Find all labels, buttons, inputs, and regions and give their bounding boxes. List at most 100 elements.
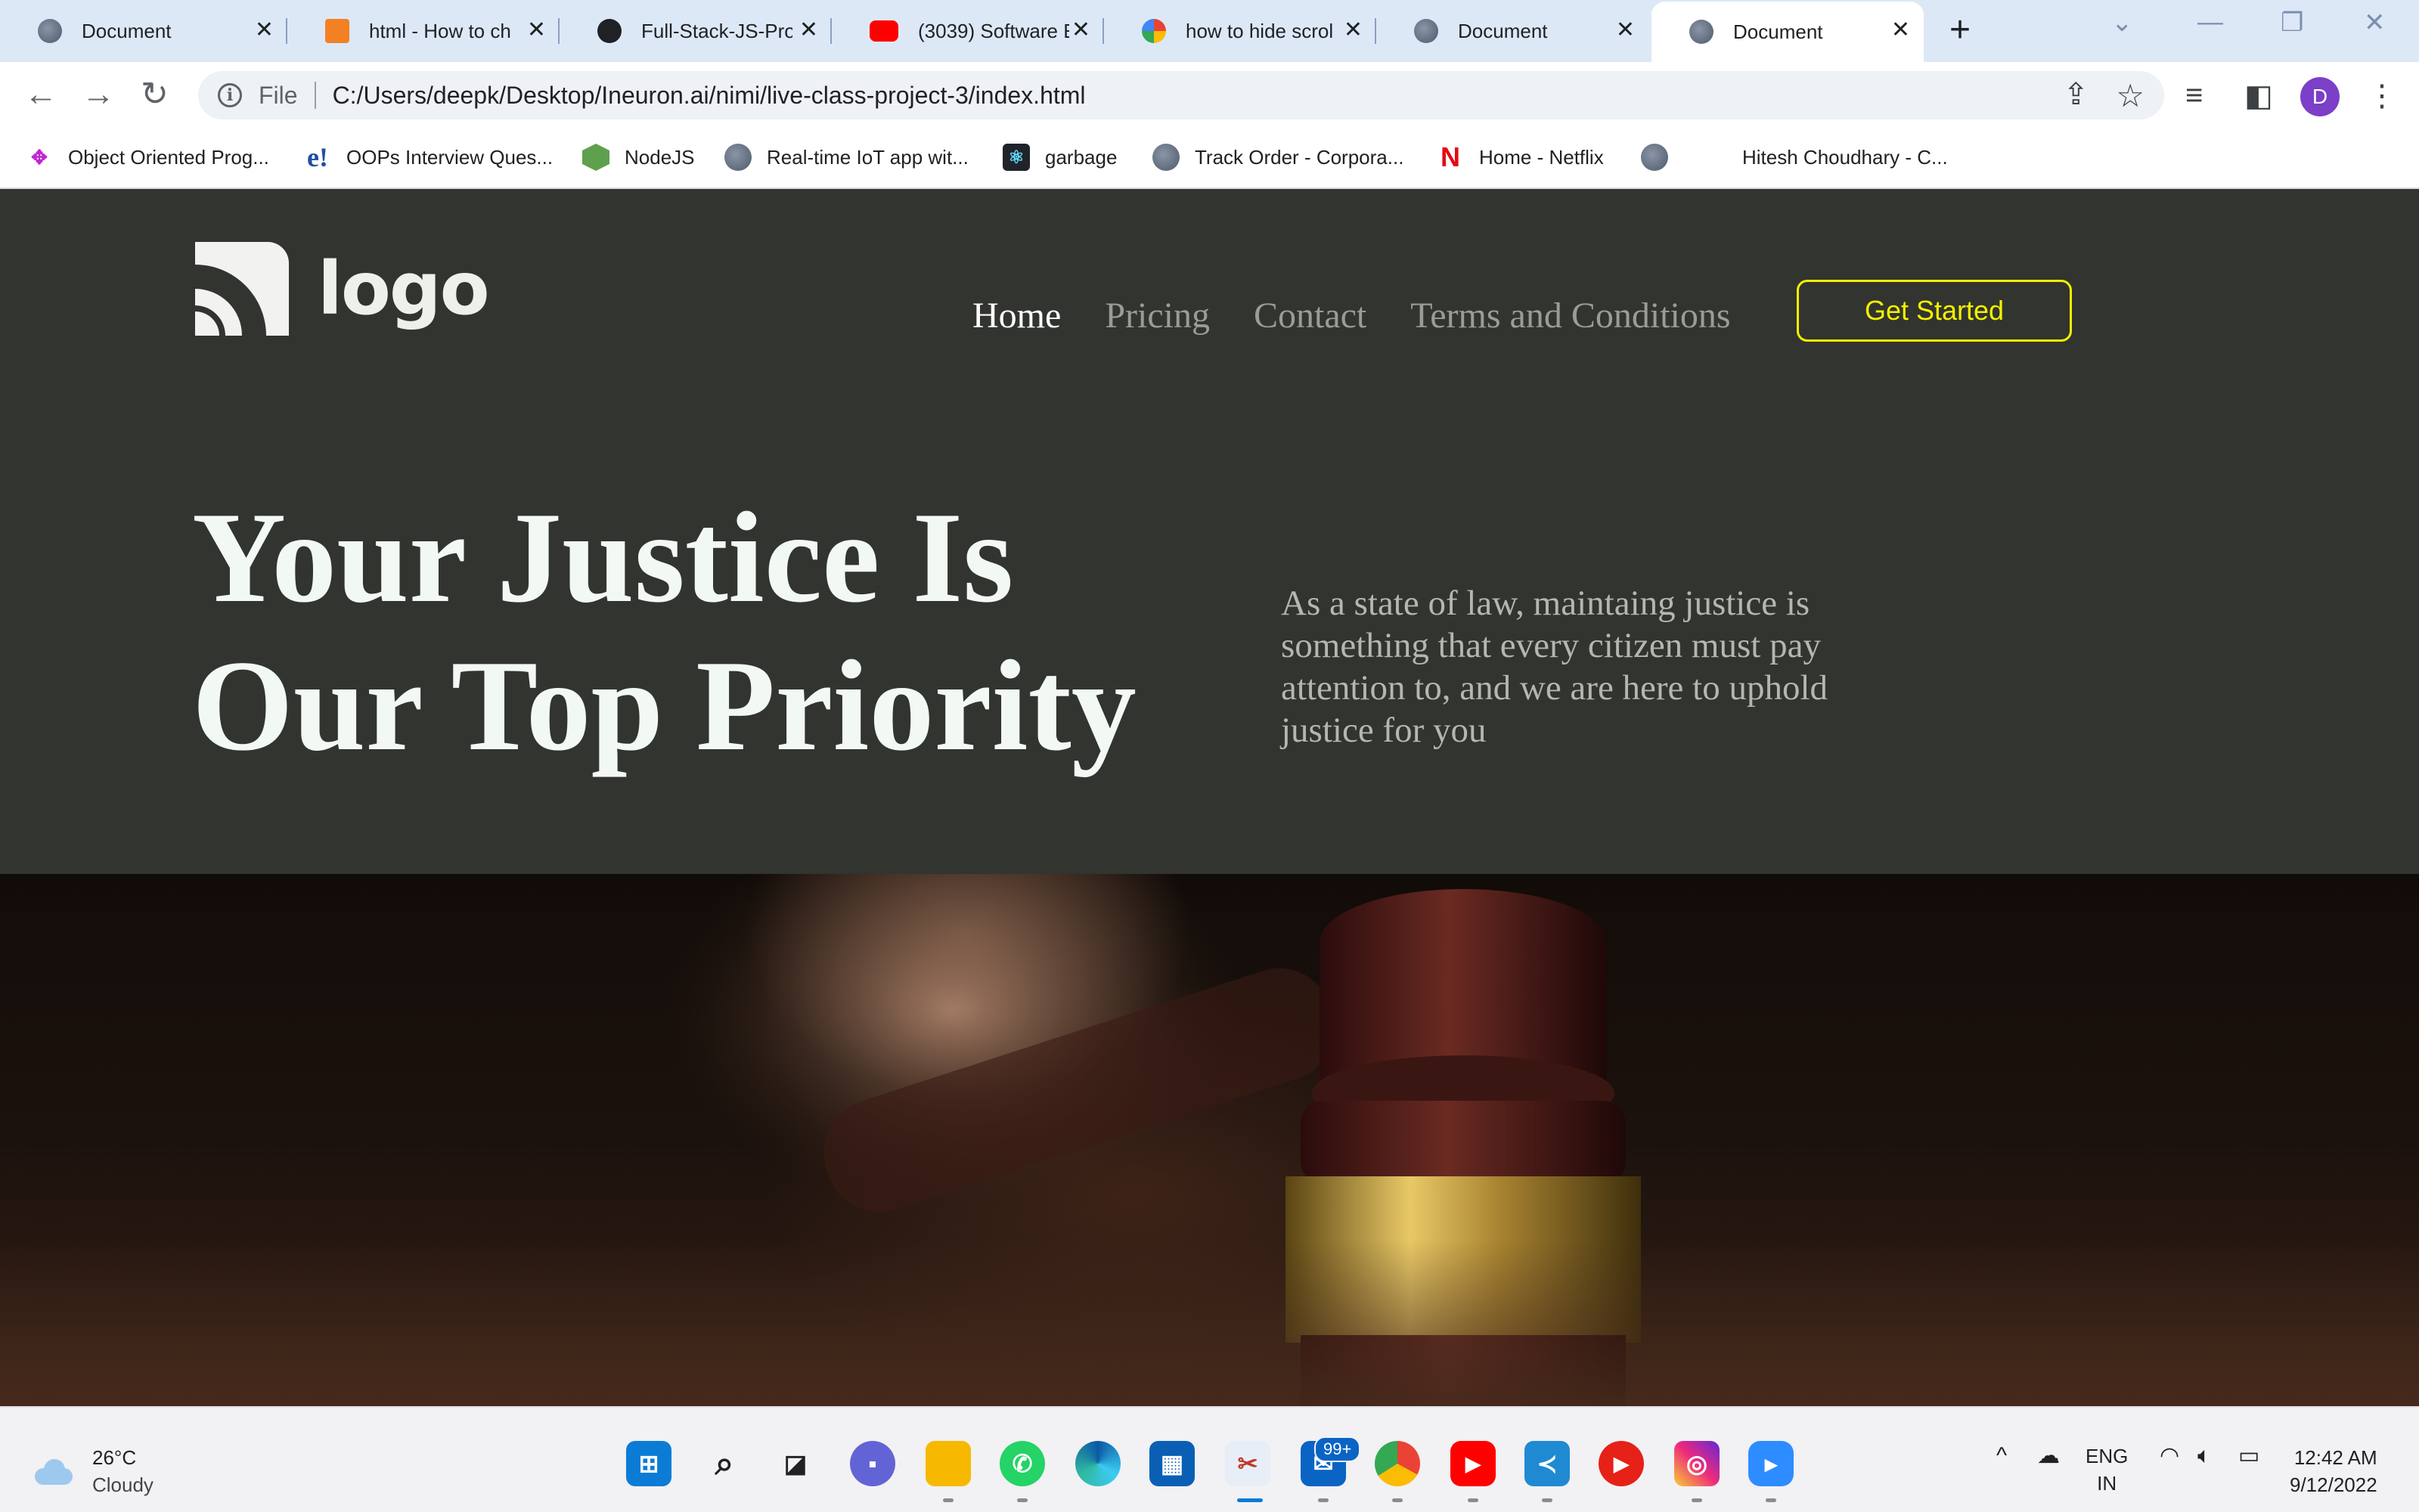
- address-scheme: File: [259, 81, 298, 109]
- wifi-icon[interactable]: ◠: [2160, 1442, 2179, 1470]
- new-tab-button[interactable]: +: [1949, 11, 1971, 50]
- tab-google[interactable]: how to hide scrol ✕: [1104, 8, 1376, 54]
- snipping-tool-icon[interactable]: ✂: [1225, 1441, 1270, 1486]
- info-icon[interactable]: i: [218, 83, 242, 107]
- bookmark-netflix[interactable]: N Home - Netflix: [1437, 141, 1604, 174]
- bookmark-globe[interactable]: [1641, 141, 1683, 174]
- menu-kebab-icon[interactable]: ⋮: [2367, 79, 2397, 113]
- puzzle-icon: ✥: [31, 145, 48, 169]
- weather-text: 26°C Cloudy: [92, 1444, 154, 1498]
- address-url[interactable]: C:/Users/deepk/Desktop/Ineuron.ai/nimi/l…: [333, 82, 1086, 110]
- tab-title: Document: [1458, 19, 1548, 42]
- globe-icon: [1414, 19, 1438, 43]
- weather-widget[interactable]: 26°C Cloudy: [30, 1444, 154, 1498]
- close-icon[interactable]: ✕: [527, 18, 546, 42]
- task-view-icon[interactable]: ◪: [773, 1441, 818, 1486]
- tab-document-active[interactable]: Document ✕: [1651, 2, 1924, 62]
- close-window-icon[interactable]: ✕: [2364, 8, 2386, 38]
- close-icon[interactable]: ✕: [1071, 18, 1090, 42]
- weather-temp: 26°C: [92, 1446, 137, 1469]
- stackoverflow-icon: [325, 19, 349, 43]
- bookmarks-bar: ✥ Object Oriented Prog... e! OOPs Interv…: [0, 129, 2419, 189]
- chevron-up-icon[interactable]: ^: [1996, 1442, 2007, 1470]
- bookmark-garbage[interactable]: ⚛ garbage: [1003, 141, 1117, 174]
- youtube-app-icon[interactable]: ▶: [1450, 1441, 1496, 1486]
- store-icon[interactable]: ▦: [1149, 1441, 1195, 1486]
- profile-avatar[interactable]: D: [2300, 77, 2340, 116]
- start-icon[interactable]: ⊞: [626, 1441, 671, 1486]
- gavel-hero-image: [0, 874, 2419, 1406]
- bookmark-hitesh[interactable]: Hitesh Choudhary - C...: [1742, 141, 1948, 174]
- share-icon[interactable]: ⇪: [2063, 77, 2089, 112]
- running-indicator: [1392, 1498, 1403, 1502]
- bookmark-oops-interview[interactable]: e! OOPs Interview Ques...: [304, 141, 553, 174]
- bookmark-track-order[interactable]: Track Order - Corpora...: [1152, 141, 1403, 174]
- google-icon: [1142, 19, 1166, 43]
- running-indicator: [1017, 1498, 1028, 1502]
- media-control-icon[interactable]: ≡: [2185, 79, 2203, 113]
- bookmark-nodejs[interactable]: NodeJS: [582, 141, 695, 174]
- weather-desc: Cloudy: [92, 1473, 154, 1496]
- tab-github[interactable]: Full-Stack-JS-Proj ✕: [560, 8, 832, 54]
- globe-icon: [1641, 144, 1668, 171]
- tab-title: html - How to ch: [369, 19, 511, 42]
- clock[interactable]: 12:42 AM 9/12/2022: [2290, 1444, 2377, 1498]
- onedrive-icon[interactable]: ☁: [2037, 1442, 2060, 1470]
- bookmark-label: garbage: [1045, 145, 1118, 169]
- volume-icon[interactable]: 🔈︎: [2197, 1442, 2211, 1470]
- desk-surface: [0, 1240, 2419, 1406]
- reload-icon[interactable]: ↻: [141, 76, 169, 113]
- zoom-icon[interactable]: ▸: [1748, 1441, 1794, 1486]
- language-indicator[interactable]: ENG IN: [2086, 1442, 2128, 1497]
- side-panel-icon[interactable]: ◧: [2244, 79, 2273, 113]
- youtube-music-icon[interactable]: ▶: [1599, 1441, 1644, 1486]
- restore-icon[interactable]: ❐: [2281, 8, 2303, 38]
- chat-icon[interactable]: ▪: [850, 1441, 895, 1486]
- back-icon[interactable]: ←: [24, 76, 57, 113]
- tab-youtube[interactable]: (3039) Software E ✕: [832, 8, 1104, 54]
- tab-title: Document: [82, 19, 172, 42]
- nodejs-icon: [582, 144, 609, 171]
- tab-search-icon[interactable]: ⌄: [2111, 8, 2133, 38]
- nav-contact[interactable]: Contact: [1254, 295, 1366, 336]
- chrome-icon[interactable]: [1375, 1441, 1420, 1486]
- close-icon[interactable]: ✕: [255, 18, 274, 42]
- running-indicator: [1318, 1498, 1329, 1502]
- nav-pricing[interactable]: Pricing: [1105, 295, 1210, 336]
- close-icon[interactable]: ✕: [799, 18, 818, 42]
- nav-terms[interactable]: Terms and Conditions: [1410, 295, 1730, 336]
- react-icon: ⚛: [1003, 144, 1030, 171]
- instagram-icon[interactable]: ◎: [1674, 1441, 1720, 1486]
- battery-icon[interactable]: ▭: [2238, 1442, 2259, 1470]
- bookmark-star-icon[interactable]: ☆: [2116, 77, 2145, 114]
- close-icon[interactable]: ✕: [1344, 18, 1363, 42]
- bookmark-label: Object Oriented Prog...: [68, 145, 269, 169]
- search-icon[interactable]: ⌕: [702, 1441, 747, 1486]
- whatsapp-icon[interactable]: ✆: [1000, 1441, 1045, 1486]
- bookmark-label: Real-time IoT app wit...: [767, 145, 969, 169]
- nav-home[interactable]: Home: [972, 295, 1061, 336]
- active-indicator: [1237, 1498, 1263, 1502]
- close-icon[interactable]: ✕: [1891, 18, 1910, 42]
- hero-title: Your Justice Is Our Top Priority: [192, 484, 1251, 780]
- browser-toolbar: ← → ↻ i File C:/Users/deepk/Desktop/Ineu…: [0, 62, 2419, 129]
- tab-title: Full-Stack-JS-Proj: [641, 19, 792, 42]
- bookmark-label: NodeJS: [625, 145, 695, 169]
- site-logo[interactable]: logo: [192, 242, 490, 336]
- get-started-button[interactable]: Get Started: [1797, 280, 2072, 342]
- tab-strip: Document ✕ html - How to ch ✕ Full-Stack…: [0, 0, 2419, 62]
- bookmark-iot[interactable]: Real-time IoT app wit...: [724, 141, 969, 174]
- edge-icon[interactable]: [1075, 1441, 1121, 1486]
- tab-title: (3039) Software E: [918, 19, 1069, 42]
- minimize-icon[interactable]: —: [2197, 8, 2223, 37]
- forward-icon[interactable]: →: [82, 76, 115, 113]
- tab-stackoverflow[interactable]: html - How to ch ✕: [287, 8, 560, 54]
- close-icon[interactable]: ✕: [1616, 18, 1635, 42]
- file-explorer-icon[interactable]: [926, 1441, 971, 1486]
- vscode-icon[interactable]: ≺: [1524, 1441, 1570, 1486]
- clock-time: 12:42 AM: [2293, 1446, 2377, 1469]
- tab-document-1[interactable]: Document ✕: [0, 8, 287, 54]
- address-bar[interactable]: i File C:/Users/deepk/Desktop/Ineuron.ai…: [198, 71, 2164, 119]
- bookmark-oop[interactable]: ✥ Object Oriented Prog...: [26, 141, 269, 174]
- tab-document-2[interactable]: Document ✕: [1376, 8, 1648, 54]
